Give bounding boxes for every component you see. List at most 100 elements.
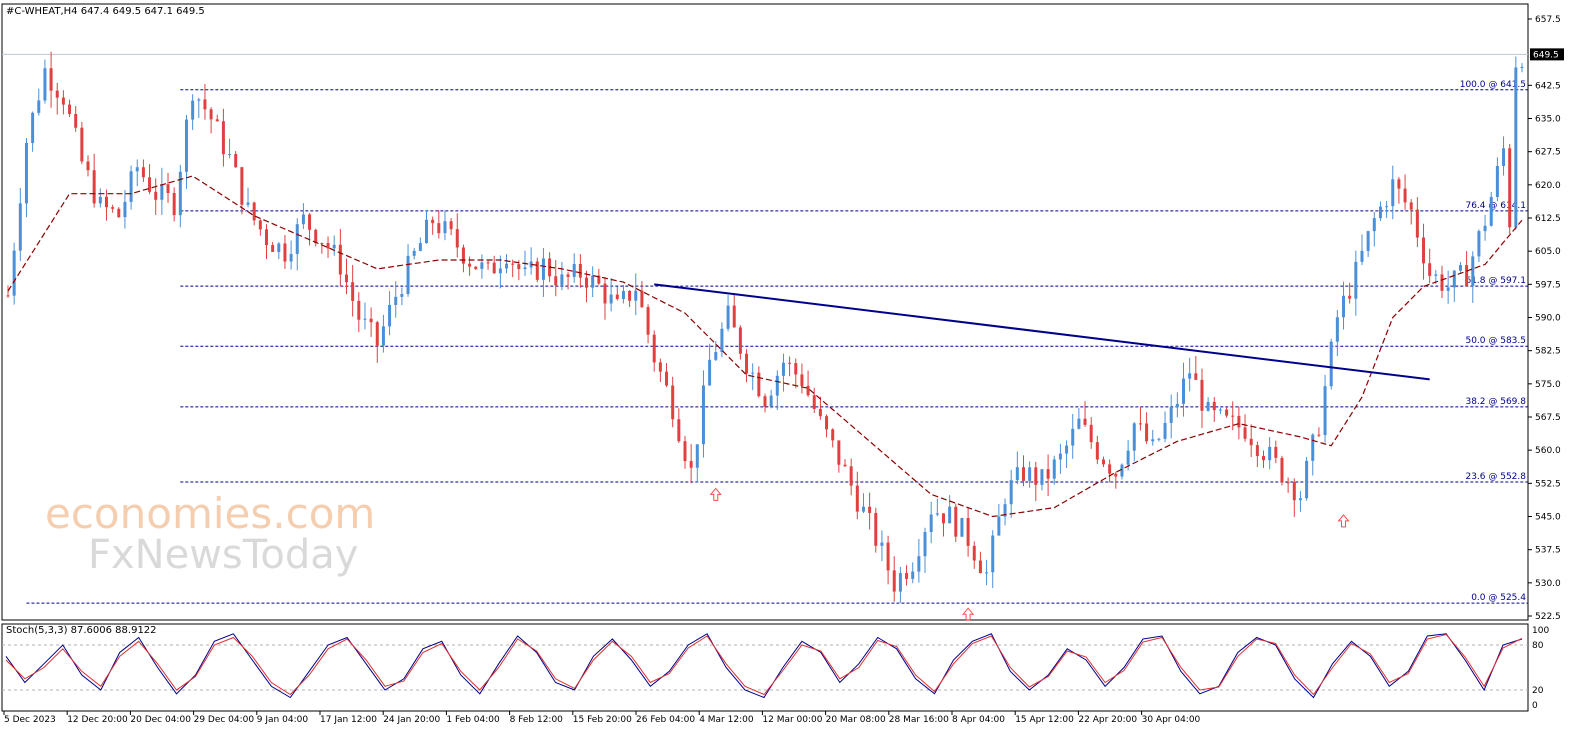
candle-body: [166, 184, 170, 194]
stoch-label: Stoch(5,3,3) 87.6006 88.9122: [6, 625, 157, 636]
candle-body: [1077, 418, 1081, 429]
candle-body: [978, 560, 982, 574]
candle-body: [271, 245, 275, 252]
candle-body: [43, 68, 47, 101]
candle-body: [357, 300, 361, 320]
stoch-signal-line: [5, 633, 1523, 696]
candle-body: [468, 263, 472, 267]
x-axis-tick-label: 1 Feb 04:00: [446, 715, 500, 725]
candle-body: [1114, 473, 1118, 477]
candle-body: [1052, 459, 1056, 479]
stoch-main-line: [5, 633, 1523, 699]
candle-body: [394, 296, 398, 305]
candle-body: [1274, 446, 1278, 458]
price-chart-svg: economies.com FxNewsToday 100.0 @ 641.57…: [1, 3, 1564, 725]
candle-body: [289, 253, 293, 262]
candle-body: [1089, 424, 1093, 443]
candle-body: [1329, 341, 1333, 387]
y-axis-tick-label: 537.5: [1535, 546, 1561, 556]
candle-body: [172, 193, 176, 216]
candle-body: [1391, 179, 1395, 207]
candle-body: [1237, 415, 1241, 428]
candle-body: [197, 99, 201, 101]
y-axis-tick-label: 605.0: [1535, 247, 1561, 257]
up-arrow-marker: [962, 607, 975, 621]
candle-body: [720, 328, 724, 353]
candle-body: [240, 167, 244, 205]
candle-body: [148, 177, 152, 192]
candle-body: [1065, 445, 1069, 454]
candle-body: [831, 429, 835, 441]
candle-body: [917, 556, 921, 572]
x-axis-tick-label: 30 Apr 04:00: [1142, 715, 1201, 725]
candle-body: [1280, 457, 1284, 483]
candle-body: [68, 104, 72, 114]
candle-body: [1471, 256, 1475, 287]
candle-body: [461, 247, 465, 264]
candle-body: [111, 207, 115, 209]
candle-body: [1520, 66, 1524, 68]
fib-level-label: 0.0 @ 525.4: [1471, 593, 1526, 603]
x-axis-tick-label: 15 Feb 20:00: [573, 715, 632, 725]
candle-body: [178, 171, 182, 216]
y-axis-tick-label: 582.5: [1535, 347, 1561, 357]
candle-body: [1465, 265, 1469, 287]
candle-body: [1366, 231, 1370, 251]
candle-body: [843, 464, 847, 467]
stoch-pane-frame: [1, 623, 1529, 712]
candle-body: [745, 353, 749, 374]
candle-body: [388, 304, 392, 327]
candle-body: [523, 267, 527, 270]
candle-body: [997, 516, 1001, 536]
candle-body: [609, 294, 613, 304]
candle-body: [1040, 469, 1044, 485]
candle-body: [1015, 467, 1019, 481]
fib-level-label: 50.0 @ 583.5: [1465, 336, 1526, 346]
candle-body: [154, 191, 158, 200]
candle-body: [671, 385, 675, 420]
candle-body: [517, 264, 521, 270]
candle-body: [1502, 148, 1506, 166]
candle-body: [1225, 409, 1229, 416]
candle-body: [788, 362, 792, 364]
candle-body: [1046, 469, 1050, 479]
candle-body: [480, 262, 484, 269]
candle-body: [351, 282, 355, 301]
candle-body: [935, 513, 939, 515]
candle-body: [283, 243, 287, 262]
candle-body: [1323, 386, 1327, 436]
candle-body: [49, 68, 53, 91]
candle-body: [738, 327, 742, 354]
candle-body: [1378, 206, 1382, 219]
candle-body: [911, 571, 915, 579]
candle-body: [1360, 250, 1364, 262]
x-axis-tick-label: 29 Dec 04:00: [194, 715, 255, 725]
candle-body: [1397, 179, 1401, 189]
y-axis-tick-label: 552.5: [1535, 479, 1561, 489]
x-axis-tick-label: 12 Mar 00:00: [762, 715, 822, 725]
candle-body: [541, 258, 545, 280]
fib-level-label: 23.6 @ 552.8: [1465, 472, 1526, 482]
candle-body: [714, 352, 718, 360]
candle-body: [1317, 434, 1321, 436]
candle-body: [775, 375, 779, 396]
y-axis-tick-label: 612.5: [1535, 214, 1561, 224]
candle-body: [135, 167, 139, 172]
candle-body: [652, 334, 656, 363]
candle-body: [1508, 148, 1512, 228]
candle-body: [1028, 467, 1032, 481]
candle-body: [1231, 415, 1235, 417]
candle-body: [86, 161, 90, 171]
y-axis-tick-label: 627.5: [1535, 148, 1561, 158]
symbol-header: #C-WHEAT,H4 647.4 649.5 647.1 649.5: [6, 6, 205, 17]
watermark-economies: economies.com: [45, 489, 375, 538]
up-arrow-marker: [1337, 514, 1350, 528]
x-axis-tick-label: 20 Mar 08:00: [826, 715, 886, 725]
candle-body: [880, 542, 884, 546]
candle-body: [344, 274, 348, 283]
candle-body: [369, 318, 373, 323]
candle-body: [1286, 482, 1290, 484]
candle-body: [123, 201, 127, 218]
candle-body: [1218, 409, 1222, 411]
y-axis-tick-label: 575.0: [1535, 380, 1561, 390]
